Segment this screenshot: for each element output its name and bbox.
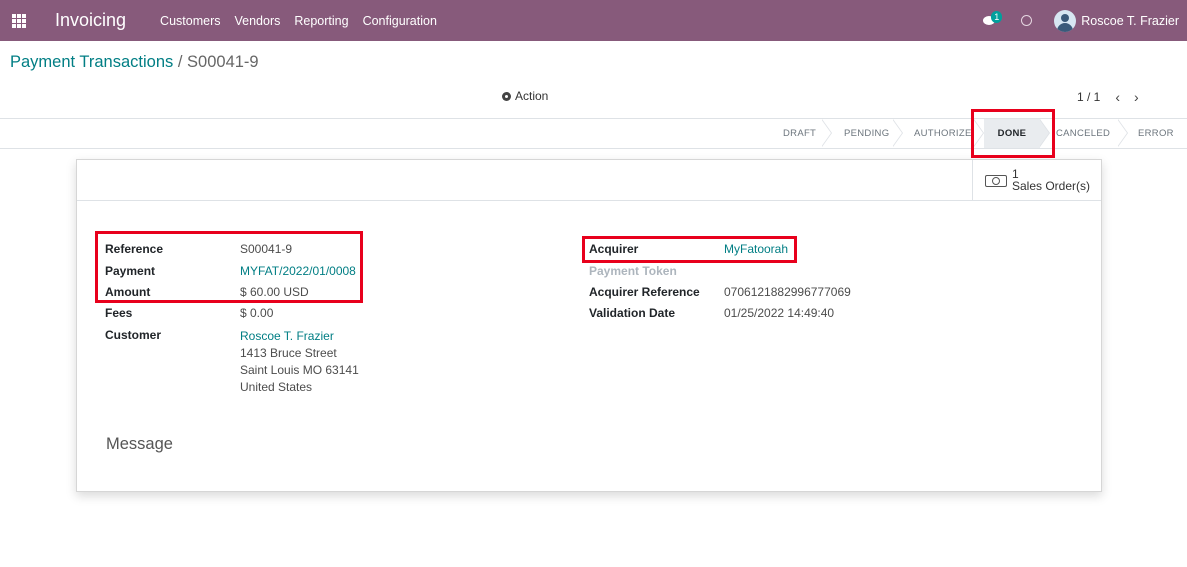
validation-date-label: Validation Date <box>589 306 676 320</box>
customer-address-street: 1413 Bruce Street <box>240 346 337 360</box>
stage-error[interactable]: ERROR <box>1138 119 1174 148</box>
sales-orders-smart-button[interactable]: 1 Sales Order(s) <box>972 160 1101 201</box>
menu-configuration[interactable]: Configuration <box>363 14 437 28</box>
stage-done[interactable]: DONE <box>984 119 1040 148</box>
payment-link[interactable]: MYFAT/2022/01/0008 <box>240 264 356 278</box>
gear-icon <box>502 91 511 101</box>
pager-value[interactable]: 1 / 1 <box>1077 90 1100 104</box>
acquirer-label: Acquirer <box>589 242 639 256</box>
payment-label: Payment <box>105 264 156 278</box>
breadcrumb: Payment Transactions / S00041-9 <box>10 53 259 72</box>
acquirer-reference-value: 0706121882996777069 <box>724 285 851 299</box>
customer-link[interactable]: Roscoe T. Frazier <box>240 328 359 345</box>
stage-divider <box>821 119 834 148</box>
menu-reporting[interactable]: Reporting <box>294 14 348 28</box>
messaging-icon[interactable]: 1 <box>983 10 1003 28</box>
activity-clock-icon[interactable] <box>1021 15 1033 26</box>
stage-divider <box>892 119 905 148</box>
message-section-title: Message <box>106 435 173 453</box>
form-sheet: 1 Sales Order(s) Reference S00041-9 Paym… <box>76 159 1102 492</box>
top-navbar: Invoicing Customers Vendors Reporting Co… <box>0 0 1187 41</box>
pager-next-icon[interactable]: › <box>1134 89 1139 105</box>
pager: 1 / 1 ‹ › <box>1077 89 1139 105</box>
smart-button-text: 1 Sales Order(s) <box>1012 168 1090 192</box>
acquirer-reference-label: Acquirer Reference <box>589 285 700 299</box>
apps-grid-icon[interactable] <box>12 13 26 28</box>
fees-value: $ 0.00 <box>240 306 274 320</box>
stage-pending[interactable]: PENDING <box>844 119 889 148</box>
customer-block: Roscoe T. Frazier 1413 Bruce Street Sain… <box>240 328 359 396</box>
menu-customers[interactable]: Customers <box>160 14 220 28</box>
action-label: Action <box>515 89 549 103</box>
smart-button-box: 1 Sales Order(s) <box>77 160 1101 201</box>
customer-label: Customer <box>105 328 162 342</box>
payment-token-label: Payment Token <box>589 264 677 278</box>
stage-canceled[interactable]: CANCELED <box>1056 119 1110 148</box>
breadcrumb-separator: / <box>177 53 183 71</box>
app-title[interactable]: Invoicing <box>55 10 126 31</box>
reference-value: S00041-9 <box>240 242 293 256</box>
validation-date-value: 01/25/2022 14:49:40 <box>724 306 835 320</box>
stage-divider <box>1039 119 1052 148</box>
sales-order-label: Sales Order(s) <box>1012 178 1091 193</box>
customer-address-country: United States <box>240 380 313 394</box>
message-count-badge: 1 <box>991 10 1003 23</box>
user-avatar[interactable] <box>1054 9 1077 32</box>
fees-label: Fees <box>105 306 133 320</box>
customer-address-city: Saint Louis MO 63141 <box>240 363 359 377</box>
amount-label: Amount <box>105 285 151 299</box>
stage-authorized[interactable]: AUTHORIZED <box>914 119 974 148</box>
stage-draft[interactable]: DRAFT <box>783 119 816 148</box>
status-bar: DRAFT PENDING AUTHORIZED DONE CANCELED E… <box>0 118 1187 149</box>
navbar-systray: 1 Roscoe T. Frazier <box>983 0 1187 41</box>
stage-divider <box>1117 119 1130 148</box>
breadcrumb-current: S00041-9 <box>187 53 259 71</box>
action-dropdown-button[interactable]: Action <box>502 89 548 103</box>
money-icon <box>985 174 1007 187</box>
acquirer-link[interactable]: MyFatoorah <box>724 242 788 256</box>
menu-vendors[interactable]: Vendors <box>234 14 280 28</box>
pager-previous-icon[interactable]: ‹ <box>1115 89 1120 105</box>
reference-label: Reference <box>105 242 164 256</box>
breadcrumb-parent-link[interactable]: Payment Transactions <box>10 53 173 71</box>
user-name[interactable]: Roscoe T. Frazier <box>1081 14 1179 28</box>
amount-value: $ 60.00 USD <box>240 285 309 299</box>
